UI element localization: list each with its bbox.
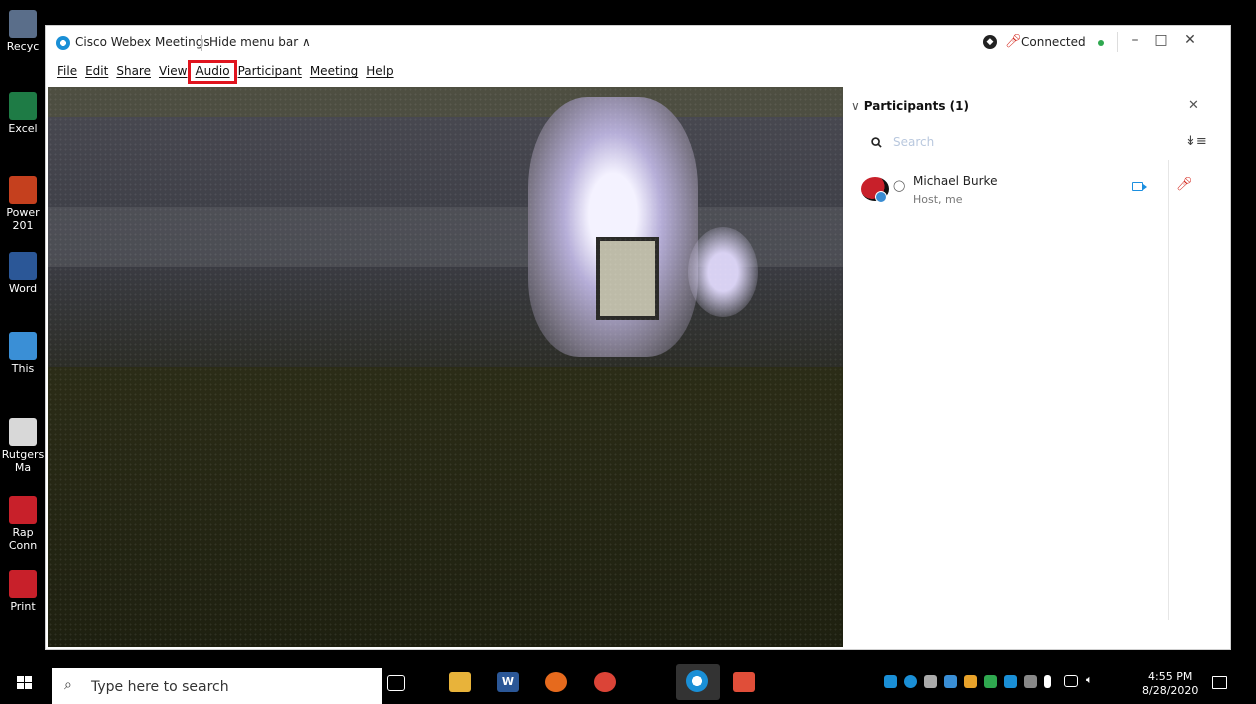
rutgers-icon bbox=[9, 418, 37, 446]
menu-file[interactable]: File bbox=[53, 63, 81, 81]
menu-help[interactable]: Help bbox=[362, 63, 397, 81]
taskbar-search[interactable]: ⌕ Type here to search bbox=[52, 668, 382, 704]
participants-title: Participants (1) bbox=[863, 99, 969, 113]
desktop-icon-label: Recyc bbox=[6, 40, 40, 53]
minimize-button[interactable]: – bbox=[1125, 32, 1145, 48]
desktop-icon-label: Rap Conn bbox=[8, 526, 38, 552]
tray-bluetooth-icon[interactable] bbox=[944, 675, 957, 688]
desktop-icon-label: This bbox=[11, 362, 35, 375]
muted-mic-icon[interactable]: 🎤︎ bbox=[1176, 177, 1193, 192]
tray-drive-icon[interactable] bbox=[964, 675, 977, 688]
connection-status-dot bbox=[1098, 40, 1104, 46]
clock-date: 8/28/2020 bbox=[1142, 684, 1199, 697]
clock-time: 4:55 PM bbox=[1148, 670, 1193, 683]
menu-participant[interactable]: Participant bbox=[234, 63, 306, 81]
desktop-icon-label: Word bbox=[8, 282, 38, 295]
tray-zoom-icon[interactable] bbox=[884, 675, 897, 688]
print-icon bbox=[9, 570, 37, 598]
file-explorer-icon[interactable] bbox=[449, 672, 471, 692]
participants-header[interactable]: ∨ Participants (1) bbox=[851, 99, 969, 113]
participant-search-input[interactable] bbox=[891, 134, 1135, 150]
participant-role: Host, me bbox=[913, 193, 963, 206]
participant-row[interactable]: ◯ Michael Burke Host, me 🎤︎ bbox=[855, 169, 1205, 209]
gitlab-icon[interactable] bbox=[733, 672, 755, 692]
tray-volume-icon[interactable]: 🔈︎ bbox=[1086, 673, 1108, 686]
firefox-icon[interactable] bbox=[545, 672, 567, 692]
hide-menu-bar-button[interactable]: Hide menu bar ∧ bbox=[209, 35, 311, 49]
powerpoint-icon bbox=[9, 176, 37, 204]
menu-bar: File Edit Share View Audio Participant Meeting… bbox=[53, 60, 398, 84]
tray-shield-icon[interactable] bbox=[984, 675, 997, 688]
chevron-down-icon[interactable]: ∨ bbox=[851, 99, 860, 113]
tray-network-off-icon[interactable] bbox=[924, 675, 937, 688]
menu-meeting[interactable]: Meeting bbox=[306, 63, 362, 81]
webex-window: Cisco Webex Meetings Hide menu bar ∧ ◆ 🎤… bbox=[45, 25, 1231, 650]
menu-audio[interactable]: Audio bbox=[188, 60, 237, 84]
tray-network-icon[interactable] bbox=[1064, 675, 1078, 687]
app-title: Cisco Webex Meetings bbox=[75, 35, 210, 49]
desktop-icon-print[interactable]: Print bbox=[0, 570, 46, 613]
desktop-icon-rapid-connect[interactable]: Rap Conn bbox=[0, 496, 46, 552]
webex-badge-icon bbox=[875, 191, 887, 203]
tray-sync-icon[interactable] bbox=[1024, 675, 1037, 688]
desktop-icon-label: Print bbox=[10, 600, 36, 613]
recycle-bin-icon bbox=[9, 10, 37, 38]
chrome-icon[interactable] bbox=[594, 672, 616, 692]
desktop-icon-label: Rutgers Ma bbox=[1, 448, 45, 474]
task-view-icon[interactable] bbox=[387, 675, 405, 691]
title-separator bbox=[201, 35, 202, 51]
participants-panel: ∨Participants (1) ✕ ↡≡ ◯ Michael Burke H… bbox=[845, 87, 1217, 647]
rapid-connect-icon bbox=[9, 496, 37, 524]
menu-edit[interactable]: Edit bbox=[81, 63, 112, 81]
desktop-icon-label: Power 201 bbox=[6, 206, 40, 232]
search-icon bbox=[871, 137, 882, 148]
headset-icon: ◯ bbox=[893, 179, 906, 192]
sort-icon[interactable]: ↡≡ bbox=[1185, 134, 1207, 149]
webex-logo-icon bbox=[56, 36, 70, 50]
outer-close-icon[interactable]: ✕ bbox=[1214, 29, 1226, 45]
close-panel-button[interactable]: ✕ bbox=[1188, 98, 1199, 113]
taskbar-search-placeholder: Type here to search bbox=[91, 679, 229, 695]
panel-shadow bbox=[1168, 160, 1169, 620]
muted-mic-icon[interactable]: 🎤︎ bbox=[1005, 34, 1022, 49]
search-icon: ⌕ bbox=[64, 677, 72, 693]
video-feed[interactable] bbox=[48, 87, 843, 647]
word-taskbar-icon[interactable]: W bbox=[497, 672, 519, 692]
this-pc-icon bbox=[9, 332, 37, 360]
title-bar: Cisco Webex Meetings Hide menu bar ∧ ◆ 🎤… bbox=[46, 26, 1230, 60]
tray-app-icon[interactable] bbox=[1004, 675, 1017, 688]
tray-mic-icon[interactable] bbox=[1044, 675, 1051, 688]
desktop-icon-powerpoint[interactable]: Power 201 bbox=[0, 176, 46, 232]
desktop-icon-rutgers[interactable]: Rutgers Ma bbox=[0, 418, 46, 474]
video-grain bbox=[48, 87, 843, 647]
notification-icon[interactable] bbox=[1212, 676, 1227, 689]
excel-icon bbox=[9, 92, 37, 120]
desktop-icon-this-pc[interactable]: This bbox=[0, 332, 46, 375]
webex-app-icon bbox=[686, 670, 708, 692]
taskbar: ⌕ Type here to search W 🔈︎ 4:55 PM 8/28/… bbox=[0, 660, 1256, 704]
tray-webex-icon[interactable] bbox=[904, 675, 917, 688]
desktop-icon-word[interactable]: Word bbox=[0, 252, 46, 295]
video-camera-icon[interactable] bbox=[1132, 182, 1147, 191]
desktop-icon-recycle-bin[interactable]: Recyc bbox=[0, 10, 46, 53]
windows-start-icon[interactable] bbox=[17, 676, 33, 690]
menu-view[interactable]: View bbox=[155, 63, 191, 81]
desktop-icon-label: Excel bbox=[8, 122, 38, 135]
taskbar-clock[interactable]: 4:55 PM 8/28/2020 bbox=[1142, 670, 1198, 698]
close-button[interactable]: ✕ bbox=[1180, 32, 1200, 48]
connection-status: Connected bbox=[1021, 35, 1086, 49]
desktop-icon-excel[interactable]: Excel bbox=[0, 92, 46, 135]
participant-name: Michael Burke bbox=[913, 174, 998, 188]
word-icon bbox=[9, 252, 37, 280]
maximize-button[interactable]: □ bbox=[1151, 32, 1171, 48]
menu-share[interactable]: Share bbox=[112, 63, 155, 81]
window-controls-separator bbox=[1117, 32, 1118, 52]
key-icon: ◆ bbox=[983, 35, 997, 49]
